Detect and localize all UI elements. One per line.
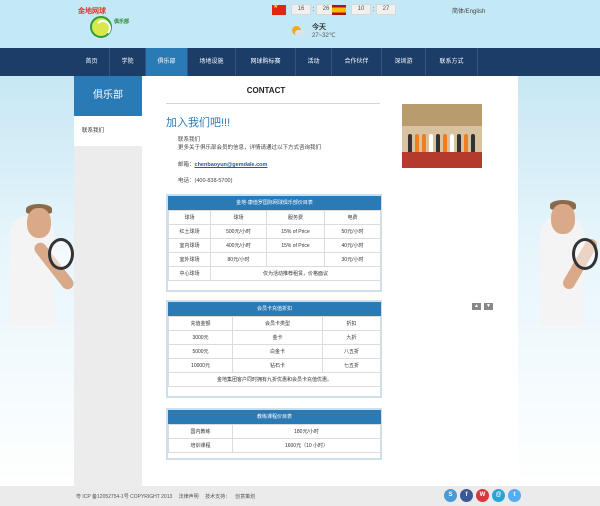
email-label: 邮箱： xyxy=(178,162,195,168)
join-heading: 加入我们吧!!! xyxy=(166,117,231,129)
table-row: 10000元 钻石卡 七五折 xyxy=(168,358,381,373)
weather-temp: 27~32℃ xyxy=(312,33,336,39)
language-switch-link[interactable]: 简体/English xyxy=(452,6,485,15)
scroll-up-icon[interactable]: ▲ xyxy=(472,303,481,310)
support-label: 技术支持： xyxy=(205,494,231,500)
intro-text: 联系我们 更多关于俱乐部会员的信息，详情请通过以下方式咨询我们 xyxy=(178,136,321,152)
weather-day: 今天 xyxy=(312,24,326,31)
table-row: 红土球场 500元/小时 15% of Price 50元/小时 xyxy=(168,224,381,239)
court-price-table: 金地-康值罗国际网球俱乐部价目表 球场 球场 服务费 电费 红土球场 500元/… xyxy=(168,196,381,281)
page-title: CONTACT xyxy=(246,86,286,95)
coaching-table: 教练课程价目表 国内教练 180元/小时 培训课程 1600元（10 小时） xyxy=(168,410,381,453)
table-header-row: 球场 球场 服务费 电费 xyxy=(168,210,381,225)
china-flag-icon xyxy=(272,3,286,15)
coaching-table-caption: 教练课程价目表 xyxy=(168,410,381,424)
membership-table-caption: 会员卡充值折扣 xyxy=(168,302,381,316)
logo-text: 金地网球 xyxy=(78,8,106,15)
nav-item-shenzhen-tour[interactable]: 深圳游 xyxy=(382,48,426,76)
tennis-ball-icon xyxy=(90,16,112,38)
facebook-icon[interactable]: f xyxy=(460,489,473,502)
racket-icon xyxy=(572,238,598,270)
phone-row: 电话：(400-838-5700) xyxy=(178,178,233,184)
icp-text: 粤 ICP 备12052754-1号 COPYRIGHT 2013 xyxy=(76,494,173,500)
weibo-icon[interactable]: W xyxy=(476,489,489,502)
court-price-table-caption: 金地-康值罗国际网球俱乐部价目表 xyxy=(168,196,381,210)
clock-spain-hour: 10 xyxy=(351,4,371,15)
twitter-icon[interactable]: t xyxy=(508,489,521,502)
partly-cloudy-icon xyxy=(292,26,306,36)
nav-items: 首页 学院 俱乐部 场地设施 网球购标赛 活动 合作伙伴 深圳游 联系方式 xyxy=(74,48,518,76)
table-row: 中心球场 仅为活动推荐租赁，价格面议 xyxy=(168,266,381,281)
clock-spain-minute: 27 xyxy=(376,4,396,15)
nav-item-contact[interactable]: 联系方式 xyxy=(426,48,478,76)
table-row: 培训课程 1600元（10 小时） xyxy=(168,438,381,453)
main-nav: 首页 学院 俱乐部 场地设施 网球购标赛 活动 合作伙伴 深圳游 联系方式 xyxy=(0,48,600,76)
sidebar: 联系我们 xyxy=(74,116,142,486)
table-row: 金地集团客户同时拥有九折优惠和会员卡充值优惠。 xyxy=(168,372,381,387)
email-link[interactable]: chenbaoyun@gemdale.com xyxy=(195,162,268,168)
main-content: CONTACT 加入我们吧!!! 联系我们 更多关于俱乐部会员的信息，详情请通过… xyxy=(142,76,518,486)
clock-china: 16 : 26 xyxy=(272,3,336,15)
intro-line-2: 更多关于俱乐部会员的信息，详情请通过以下方式咨询我们 xyxy=(178,145,322,151)
scroll-down-icon[interactable]: ▼ xyxy=(484,303,493,310)
nav-item-tournament[interactable]: 网球购标赛 xyxy=(236,48,296,76)
club-logo[interactable]: 金地网球 俱乐部 xyxy=(78,4,150,46)
title-divider xyxy=(166,103,380,104)
email-row: 邮箱：chenbaoyun@gemdale.com xyxy=(178,160,267,168)
nav-item-events[interactable]: 活动 xyxy=(296,48,332,76)
table-row: 室内球场 400元/小时 15% of Price 40元/小时 xyxy=(168,238,381,253)
weather-widget: 今天 27~32℃ xyxy=(292,22,352,44)
sidebar-item-contact[interactable]: 联系我们 xyxy=(74,116,142,146)
table-row: 5000元 白金卡 八五折 xyxy=(168,344,381,359)
spain-flag-icon xyxy=(332,4,346,15)
right-player-image xyxy=(518,76,600,486)
logo-subtext: 俱乐部 xyxy=(114,19,130,25)
nav-item-partners[interactable]: 合作伙伴 xyxy=(332,48,382,76)
sidebar-title: 俱乐部 xyxy=(74,76,142,116)
nav-item-club[interactable]: 俱乐部 xyxy=(146,48,188,76)
support-link[interactable]: 创意策划 xyxy=(235,494,255,500)
table-row: 3000元 金卡 九折 xyxy=(168,330,381,345)
footer-text: 粤 ICP 备12052754-1号 COPYRIGHT 2013 法律声明 技… xyxy=(76,493,260,500)
legal-link[interactable]: 法律声明 xyxy=(179,494,199,500)
racket-icon xyxy=(48,238,74,270)
team-photo xyxy=(402,104,482,168)
membership-table: 会员卡充值折扣 充值金额 会员卡类型 折扣 3000元 金卡 九折 5000元 … xyxy=(168,302,381,387)
table-row: 室外球场 80元/小时 30元/小时 xyxy=(168,252,381,267)
skype-icon[interactable]: S xyxy=(444,489,457,502)
clock-spain: 10 : 27 xyxy=(332,4,396,15)
nav-item-home[interactable]: 首页 xyxy=(74,48,110,76)
table-header-row: 充值金额 会员卡类型 折扣 xyxy=(168,316,381,331)
intro-line-1: 联系我们 xyxy=(178,137,201,143)
scroll-arrows: ▲ ▼ xyxy=(472,303,496,310)
left-player-image xyxy=(0,76,74,486)
qq-icon[interactable]: @ xyxy=(492,489,505,502)
site-header: 金地网球 俱乐部 16 : 26 10 : 27 今天 27~32℃ 简体/En… xyxy=(0,0,600,48)
clock-china-hour: 16 xyxy=(291,4,311,15)
nav-item-facilities[interactable]: 场地设施 xyxy=(188,48,236,76)
site-footer: 粤 ICP 备12052754-1号 COPYRIGHT 2013 法律声明 技… xyxy=(0,486,600,506)
table-row: 国内教练 180元/小时 xyxy=(168,424,381,439)
nav-item-academy[interactable]: 学院 xyxy=(110,48,146,76)
social-links: S f W @ t xyxy=(444,489,524,502)
